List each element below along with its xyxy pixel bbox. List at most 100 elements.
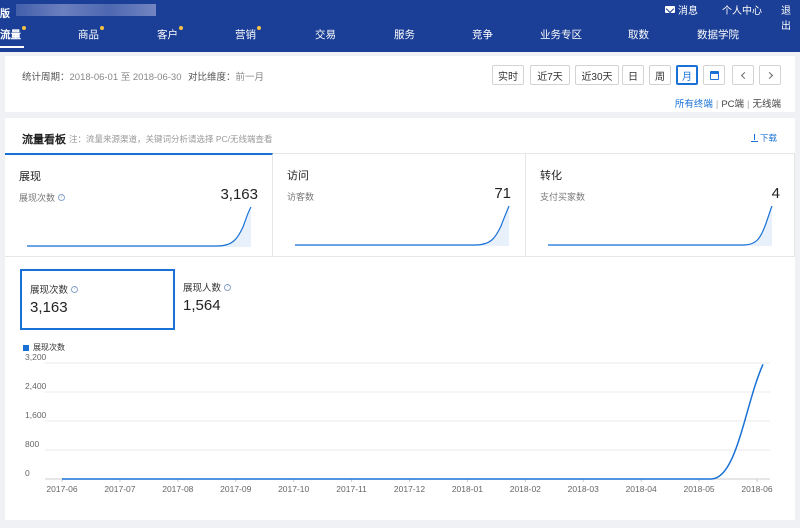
nav-item-label: 服务 <box>394 29 415 41</box>
card-visit[interactable]: 访问 访客数 71 <box>273 153 526 257</box>
card-name: 访问 <box>287 170 309 182</box>
y-tick-label: 2,400 <box>25 381 47 391</box>
nav-item-business[interactable]: 业务专区 <box>540 27 582 42</box>
stat-value: 3,163 <box>30 299 68 316</box>
blurred-logo <box>16 4 156 16</box>
filter-panel: 统计周期：2018-06-01 至 2018-06-30 对比维度：前一月 实时… <box>5 56 795 112</box>
nav-item-label: 交易 <box>315 29 336 41</box>
series-line-impressions <box>62 364 764 480</box>
legend-swatch <box>23 344 29 351</box>
mail-icon <box>665 6 675 13</box>
next-button[interactable] <box>759 65 781 85</box>
card-value: 3,163 <box>220 186 258 203</box>
nav-item-service[interactable]: 服务 <box>394 27 415 42</box>
x-tick-label: 2018-04 <box>626 484 657 494</box>
nav-item-label: 商品 <box>78 29 99 41</box>
card-metric-label: 访客数 <box>287 192 315 202</box>
message-label: 消息 <box>678 6 698 17</box>
day-button[interactable]: 日 <box>622 65 644 85</box>
help-icon[interactable]: ? <box>224 283 232 291</box>
x-tick-label: 2018-01 <box>452 484 483 494</box>
sparkline <box>548 205 773 246</box>
download-link[interactable]: 下载 <box>750 132 777 144</box>
help-icon[interactable]: ? <box>71 285 79 293</box>
legend-label: 展现次数 <box>33 343 65 352</box>
card-metric-label: 支付买家数 <box>540 192 586 202</box>
nav-item-label: 业务专区 <box>540 29 582 41</box>
sparkline <box>27 206 252 247</box>
top-navbar: 版 消息 个人中心 退出 流量 商品 客户 营销 交易 服务 竞争 业务专区 取… <box>0 0 800 52</box>
nav-item-label: 竞争 <box>472 29 493 41</box>
x-tick-label: 2018-06 <box>741 484 772 494</box>
card-name: 转化 <box>540 170 562 182</box>
last7days-button[interactable]: 近7天 <box>530 65 570 85</box>
card-name: 展现 <box>19 171 41 183</box>
help-icon[interactable]: ? <box>58 194 66 201</box>
stat-label-text: 展现人数 <box>183 283 222 294</box>
stat-label: 展现次数? <box>30 282 79 296</box>
nav-item-customer[interactable]: 客户 <box>157 26 183 42</box>
nav-dot <box>257 26 261 30</box>
user-center-link[interactable]: 个人中心 <box>722 2 762 17</box>
nav-item-fetch[interactable]: 取数 <box>628 27 649 42</box>
card-metric: 访客数 <box>287 190 314 203</box>
board-note: 注：流量来源渠道，关键词分析请选择 PC/无线端查看 <box>69 134 273 144</box>
stat-impression-users[interactable]: 展现人数? 1,564 <box>175 269 330 330</box>
x-tick-label: 2017-11 <box>336 484 367 494</box>
card-conversion[interactable]: 转化 支付买家数 4 <box>526 153 795 257</box>
compare-label: 对比维度： <box>188 72 236 83</box>
overview-cards: 展现 展现次数? 3,163 访问 访客数 71 转化 支付买家数 4 <box>5 153 795 257</box>
download-icon <box>750 133 758 142</box>
nav-item-marketing[interactable]: 营销 <box>235 26 261 42</box>
stat-impression-count[interactable]: 展现次数? 3,163 <box>20 269 175 330</box>
compare-dimension[interactable]: 对比维度：前一月 <box>188 69 264 83</box>
nav-item-trade[interactable]: 交易 <box>315 27 336 42</box>
month-button[interactable]: 月 <box>676 65 698 85</box>
nav-item-goods[interactable]: 商品 <box>78 26 104 42</box>
card-metric-label: 展现次数 <box>19 193 56 203</box>
card-value: 71 <box>494 185 511 202</box>
x-tick-label: 2017-12 <box>394 484 425 494</box>
chart-legend[interactable]: 展现次数 <box>23 342 65 353</box>
terminal-all[interactable]: 所有终端 <box>675 99 713 110</box>
x-tick-label: 2018-05 <box>683 484 714 494</box>
card-metric: 展现次数? <box>19 191 66 204</box>
week-button[interactable]: 周 <box>649 65 671 85</box>
card-value: 4 <box>771 185 780 202</box>
compare-value: 前一月 <box>235 72 265 83</box>
nav-item-competition[interactable]: 竞争 <box>472 27 493 42</box>
sparkline <box>295 205 510 246</box>
period-label: 统计周期： <box>22 72 70 83</box>
y-tick-label: 800 <box>25 439 39 449</box>
card-metric: 支付买家数 <box>540 190 585 203</box>
y-tick-label: 3,200 <box>25 354 47 362</box>
last30days-button[interactable]: 近30天 <box>575 65 619 85</box>
realtime-button[interactable]: 实时 <box>492 65 524 85</box>
nav-dot <box>100 26 104 30</box>
message-link[interactable]: 消息 <box>665 2 698 17</box>
calendar-button[interactable] <box>703 65 725 85</box>
x-tick-label: 2017-07 <box>104 484 135 494</box>
nav-item-label: 营销 <box>235 29 256 41</box>
prev-button[interactable] <box>732 65 754 85</box>
stat-value: 1,564 <box>183 297 221 314</box>
main-nav: 流量 商品 客户 营销 交易 服务 竞争 业务专区 取数 数据学院 <box>0 26 800 48</box>
calendar-icon <box>709 70 719 80</box>
terminal-pc[interactable]: PC端 <box>721 99 744 110</box>
nav-dot <box>22 26 26 30</box>
x-tick-label: 2018-03 <box>568 484 599 494</box>
x-tick-label: 2017-09 <box>220 484 251 494</box>
nav-item-label: 流量 <box>0 29 21 41</box>
nav-item-label: 客户 <box>157 29 178 41</box>
nav-item-label: 取数 <box>628 29 649 41</box>
terminal-switch: 所有终端 | PC端 | 无线端 <box>674 99 781 110</box>
card-impression[interactable]: 展现 展现次数? 3,163 <box>5 153 273 257</box>
nav-item-traffic[interactable]: 流量 <box>0 26 26 42</box>
x-tick-label: 2017-08 <box>162 484 193 494</box>
nav-item-label: 数据学院 <box>697 29 739 41</box>
x-tick-label: 2018-02 <box>510 484 541 494</box>
nav-item-academy[interactable]: 数据学院 <box>697 27 739 42</box>
terminal-wireless[interactable]: 无线端 <box>752 99 781 110</box>
user-center-label: 个人中心 <box>722 6 762 17</box>
board-title: 流量看板 <box>22 134 66 146</box>
